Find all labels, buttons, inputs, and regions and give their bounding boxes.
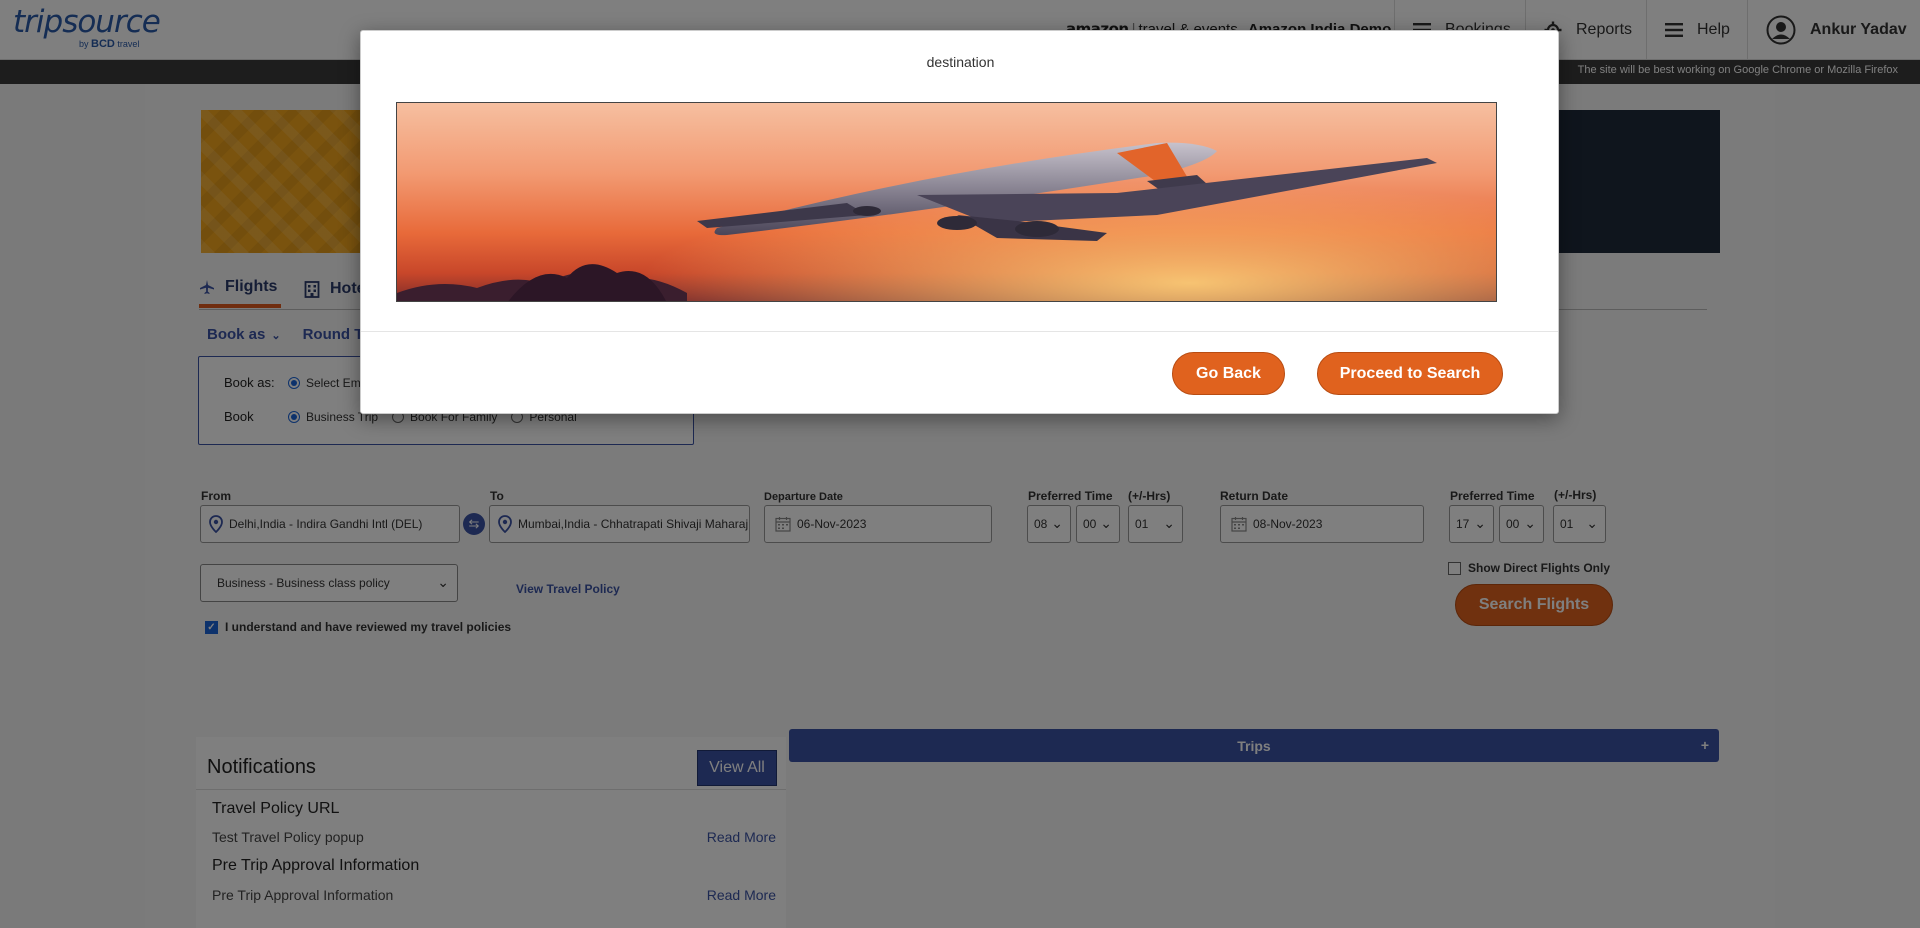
airplane-illustration: [397, 103, 1496, 301]
airplane-sunset-image: [396, 102, 1497, 302]
destination-modal: destination Go Back Proceed to Search: [360, 30, 1559, 414]
go-back-button[interactable]: Go Back: [1172, 352, 1285, 395]
proceed-to-search-button[interactable]: Proceed to Search: [1317, 352, 1503, 395]
modal-title: destination: [926, 54, 995, 70]
